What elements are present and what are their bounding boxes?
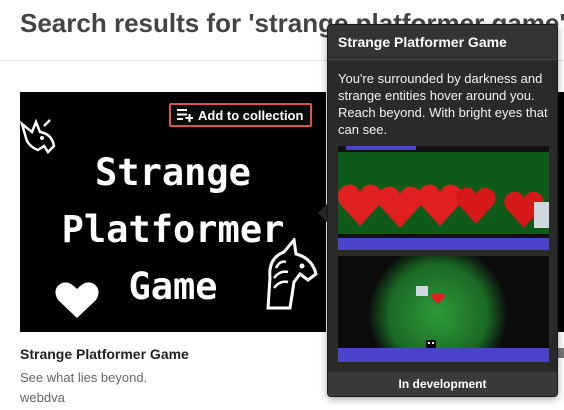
screenshot-2: [338, 256, 549, 362]
unicorn-icon: [266, 238, 318, 310]
game-title-link[interactable]: Strange Platformer Game: [20, 346, 189, 362]
screenshot-2-image: [338, 256, 549, 362]
add-to-collection-button[interactable]: Add to collection: [169, 103, 313, 127]
game-preview-popup: Strange Platformer Game You're surrounde…: [327, 24, 558, 397]
add-to-collection-label: Add to collection: [198, 107, 304, 123]
game-thumbnail[interactable]: Strange Platformer Game Add to collectio…: [20, 92, 326, 332]
next-card-thumbnail[interactable]: [557, 92, 564, 332]
game-description: See what lies beyond.: [20, 370, 148, 385]
development-status: In development: [328, 372, 557, 396]
game-author[interactable]: webdva: [20, 390, 65, 405]
heart-icon: [55, 282, 99, 318]
playlist-add-icon: [177, 109, 193, 122]
popup-description: You're surrounded by darkness and strang…: [338, 71, 548, 137]
popup-arrow: [318, 204, 327, 222]
screenshot-1: [338, 146, 549, 250]
next-card-text: [557, 348, 564, 358]
game-card: Strange Platformer Game Add to collectio…: [20, 92, 326, 405]
popup-title: Strange Platformer Game: [328, 25, 557, 60]
screenshot-1-image: [338, 146, 549, 250]
